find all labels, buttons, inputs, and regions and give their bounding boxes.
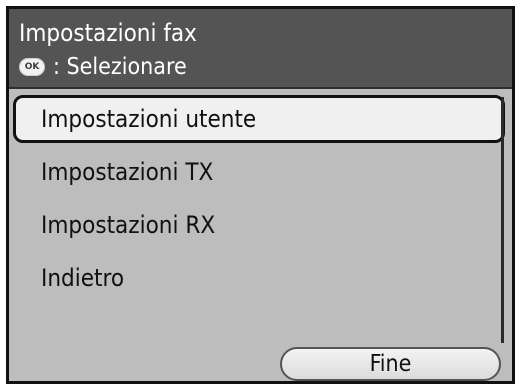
menu-scrollbar[interactable] — [501, 97, 504, 343]
done-button[interactable]: Fine — [280, 347, 501, 381]
select-hint: OK : Selezionare — [19, 54, 187, 80]
menu-item-tx-settings[interactable]: Impostazioni TX — [13, 148, 505, 196]
fax-settings-screen: Impostazioni fax OK : Selezionare Impost… — [6, 6, 515, 384]
menu-item-rx-settings[interactable]: Impostazioni RX — [13, 201, 505, 249]
screen-title: Impostazioni fax — [19, 19, 197, 47]
menu-item-user-settings[interactable]: Impostazioni utente — [13, 95, 505, 143]
settings-menu-list: Impostazioni utente Impostazioni TX Impo… — [9, 89, 512, 381]
select-hint-text: : Selezionare — [53, 54, 187, 80]
menu-item-back[interactable]: Indietro — [13, 254, 505, 302]
header-bar: Impostazioni fax OK : Selezionare — [9, 9, 512, 89]
ok-button-icon: OK — [19, 58, 45, 76]
